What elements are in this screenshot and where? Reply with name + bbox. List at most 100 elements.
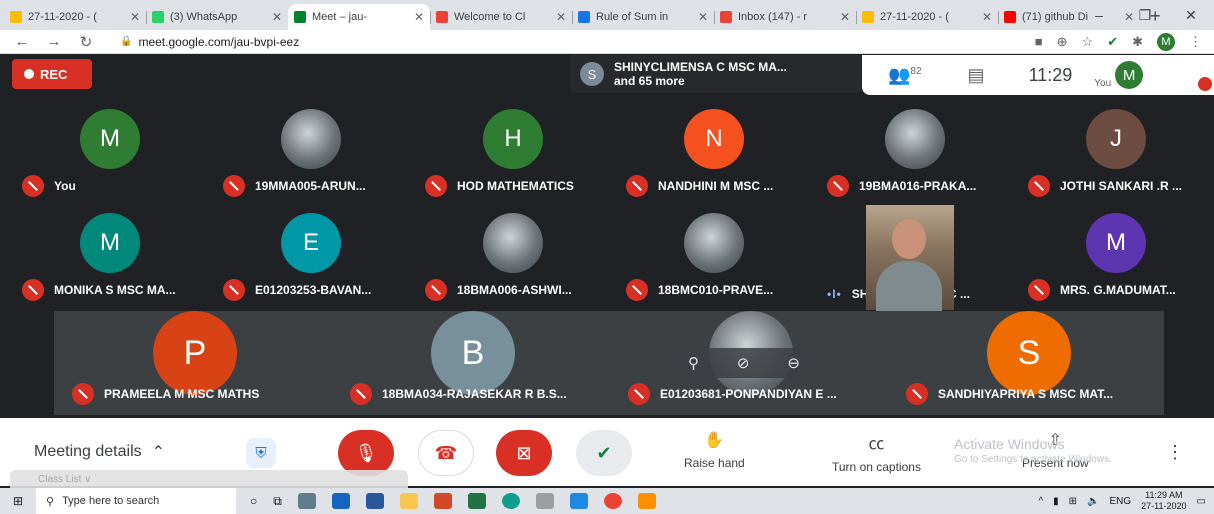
lock-icon: 🔒 — [120, 36, 133, 47]
powerpoint-app-icon[interactable] — [433, 493, 452, 509]
browser-tab[interactable]: Meet – jau- ✕ — [288, 4, 430, 30]
tab-close-icon[interactable]: ✕ — [130, 10, 140, 24]
video-person-body — [876, 261, 942, 311]
class-list-extension[interactable]: Class List ∨ — [10, 470, 408, 490]
participant-tile[interactable]: 18BMA006-ASHWI... — [413, 207, 613, 307]
participant-name: E01203253-BAVAN... — [255, 283, 372, 297]
back-icon[interactable]: ← — [12, 33, 32, 50]
tray-chevron-icon[interactable]: ^ — [1038, 496, 1043, 507]
participant-name: JOTHI SANKARI .R ... — [1060, 179, 1183, 193]
participant-tile[interactable]: H HOD MATHEMATICS — [413, 103, 613, 203]
tab-close-icon[interactable]: ✕ — [556, 10, 566, 24]
star-icon[interactable]: ☆ — [1082, 34, 1094, 50]
chrome-app-icon[interactable] — [603, 493, 622, 509]
minimize-button[interactable]: – — [1076, 7, 1122, 23]
chat-icon[interactable]: ▤ — [968, 65, 985, 86]
participant-tile[interactable]: 19MMA005-ARUN... — [211, 103, 411, 203]
participant-tile[interactable]: M MONIKA S MSC MA... — [10, 207, 210, 307]
vlc-app-icon[interactable] — [637, 493, 656, 509]
cortana-icon[interactable]: ○ — [250, 494, 257, 508]
participant-count: 82 — [910, 65, 922, 77]
self-avatar[interactable]: M — [1115, 61, 1144, 89]
hang-up-icon: ☎ — [434, 442, 458, 463]
puzzle-icon[interactable]: ✱ — [1132, 34, 1143, 50]
participant-name: NANDHINI M MSC ... — [658, 179, 774, 193]
participant-tile[interactable]: M You — [10, 103, 210, 203]
windows-start-icon[interactable]: ⊞ — [0, 494, 36, 508]
volume-icon[interactable]: 🔈 — [1087, 496, 1099, 507]
url-field[interactable]: 🔒 meet.google.com/jau-bvpi-eez — [120, 35, 299, 49]
participant-tile[interactable]: B 18BMA034-RAJASEKAR R B.S... — [338, 311, 608, 411]
raise-hand-button[interactable]: ✋ Raise hand — [684, 430, 745, 470]
browser-tab-strip: 27-11-2020 - (✕ (3) WhatsApp ✕ Meet – jau- ✕… — [0, 0, 1214, 30]
leave-call-button[interactable]: ☎ — [418, 430, 474, 476]
tab-close-icon[interactable]: ✕ — [840, 10, 850, 24]
tab-close-icon[interactable]: ✕ — [698, 10, 708, 24]
task-view-icon[interactable]: ⧉ — [273, 494, 282, 509]
snip-app-icon[interactable] — [535, 493, 554, 509]
network-icon[interactable]: ⊞ — [1069, 496, 1077, 507]
captions-button[interactable]: ㏄ Turn on captions — [832, 430, 921, 474]
close-window-button[interactable]: ✕ — [1168, 7, 1214, 24]
mute-participant-icon[interactable]: ⊘ — [737, 354, 750, 372]
participant-tile[interactable]: J JOTHI SANKARI .R ... — [1016, 103, 1214, 203]
people-icon[interactable]: 👥82 — [888, 65, 922, 86]
more-options-icon[interactable]: ⋮ — [1166, 442, 1184, 463]
maximize-button[interactable]: ❐ — [1122, 7, 1168, 24]
participant-avatar: J — [1086, 109, 1146, 169]
browser-tab[interactable]: (3) WhatsApp ✕ — [146, 4, 288, 30]
meeting-details-button[interactable]: Meeting details ⌃ — [34, 442, 165, 462]
browser-tab[interactable]: Welcome to Cl ✕ — [430, 4, 572, 30]
file-explorer-icon[interactable] — [399, 493, 418, 509]
tab-favicon-icon — [1004, 11, 1016, 23]
notifications-icon[interactable]: ▭ — [1197, 496, 1206, 507]
camera-off-button[interactable]: ⊠ — [496, 430, 552, 476]
browser-tab[interactable]: 27-11-2020 - (✕ — [856, 4, 998, 30]
browser-tab[interactable]: 27-11-2020 - (✕ — [4, 4, 146, 30]
extension-check-icon[interactable]: ✔ — [1107, 34, 1118, 50]
sharmila-video-feed[interactable] — [866, 205, 954, 311]
browser-tab[interactable]: Inbox (147) - r ✕ — [714, 4, 856, 30]
taskbar-clock[interactable]: 11:29 AM 27-11-2020 — [1141, 490, 1186, 512]
mail-app-icon[interactable] — [331, 493, 350, 509]
participant-tile[interactable]: 18BMC010-PRAVE... — [614, 207, 814, 307]
lang-label[interactable]: ENG — [1110, 496, 1132, 507]
participant-tile[interactable]: M MRS. G.MADUMAT... — [1016, 207, 1214, 307]
tab-favicon-icon — [862, 11, 874, 23]
edge-app-icon[interactable] — [501, 493, 520, 509]
taskbar-search[interactable]: ⚲ Type here to search — [36, 488, 236, 514]
participant-tile[interactable]: 19BMA016-PRAKA... — [815, 103, 1015, 203]
excel-app-icon[interactable] — [467, 493, 486, 509]
reload-icon[interactable]: ↻ — [76, 33, 96, 51]
blue-app-icon[interactable] — [569, 493, 588, 509]
meeting-details-label: Meeting details — [34, 443, 142, 460]
camera-app-icon[interactable] — [297, 493, 316, 509]
participant-avatar: E — [281, 213, 341, 273]
tab-close-icon[interactable]: ✕ — [272, 10, 282, 24]
zoom-icon[interactable]: ⊕ — [1057, 34, 1068, 50]
participant-tile[interactable]: N NANDHINI M MSC ... — [614, 103, 814, 203]
participant-tile[interactable]: E E01203253-BAVAN... — [211, 207, 411, 307]
browser-tab[interactable]: Rule of Sum in ✕ — [572, 4, 714, 30]
extension-check-button[interactable]: ✔ — [576, 430, 632, 476]
participant-label: PRAMEELA M MSC MATHS — [72, 383, 259, 405]
tab-close-icon[interactable]: ✕ — [414, 10, 424, 24]
hand-icon: ✋ — [704, 432, 725, 449]
word-app-icon[interactable] — [365, 493, 384, 509]
forward-icon[interactable]: → — [44, 33, 64, 50]
tab-close-icon[interactable]: ✕ — [982, 10, 992, 24]
menu-icon[interactable]: ⋮ — [1189, 34, 1202, 50]
participant-name: PRAMEELA M MSC MATHS — [104, 387, 260, 401]
host-controls-shield-icon[interactable]: ⛨ — [246, 438, 276, 468]
video-person-head — [892, 219, 926, 259]
profile-avatar[interactable]: M — [1157, 32, 1175, 51]
presenter-box[interactable]: S SHINYCLIMENSA C MSC MA... and 65 more — [570, 55, 862, 93]
mic-muted-icon — [425, 279, 447, 301]
pin-icon[interactable]: ⚲ — [688, 354, 699, 372]
camera-icon[interactable]: ■ — [1035, 34, 1043, 49]
participant-tile[interactable]: S SANDHIYAPRIYA S MSC MAT... — [894, 311, 1164, 411]
battery-icon[interactable]: ▮ — [1053, 496, 1059, 507]
search-icon: ⚲ — [46, 495, 55, 508]
remove-icon[interactable]: ⊖ — [787, 354, 800, 372]
participant-tile[interactable]: P PRAMEELA M MSC MATHS — [60, 311, 330, 411]
